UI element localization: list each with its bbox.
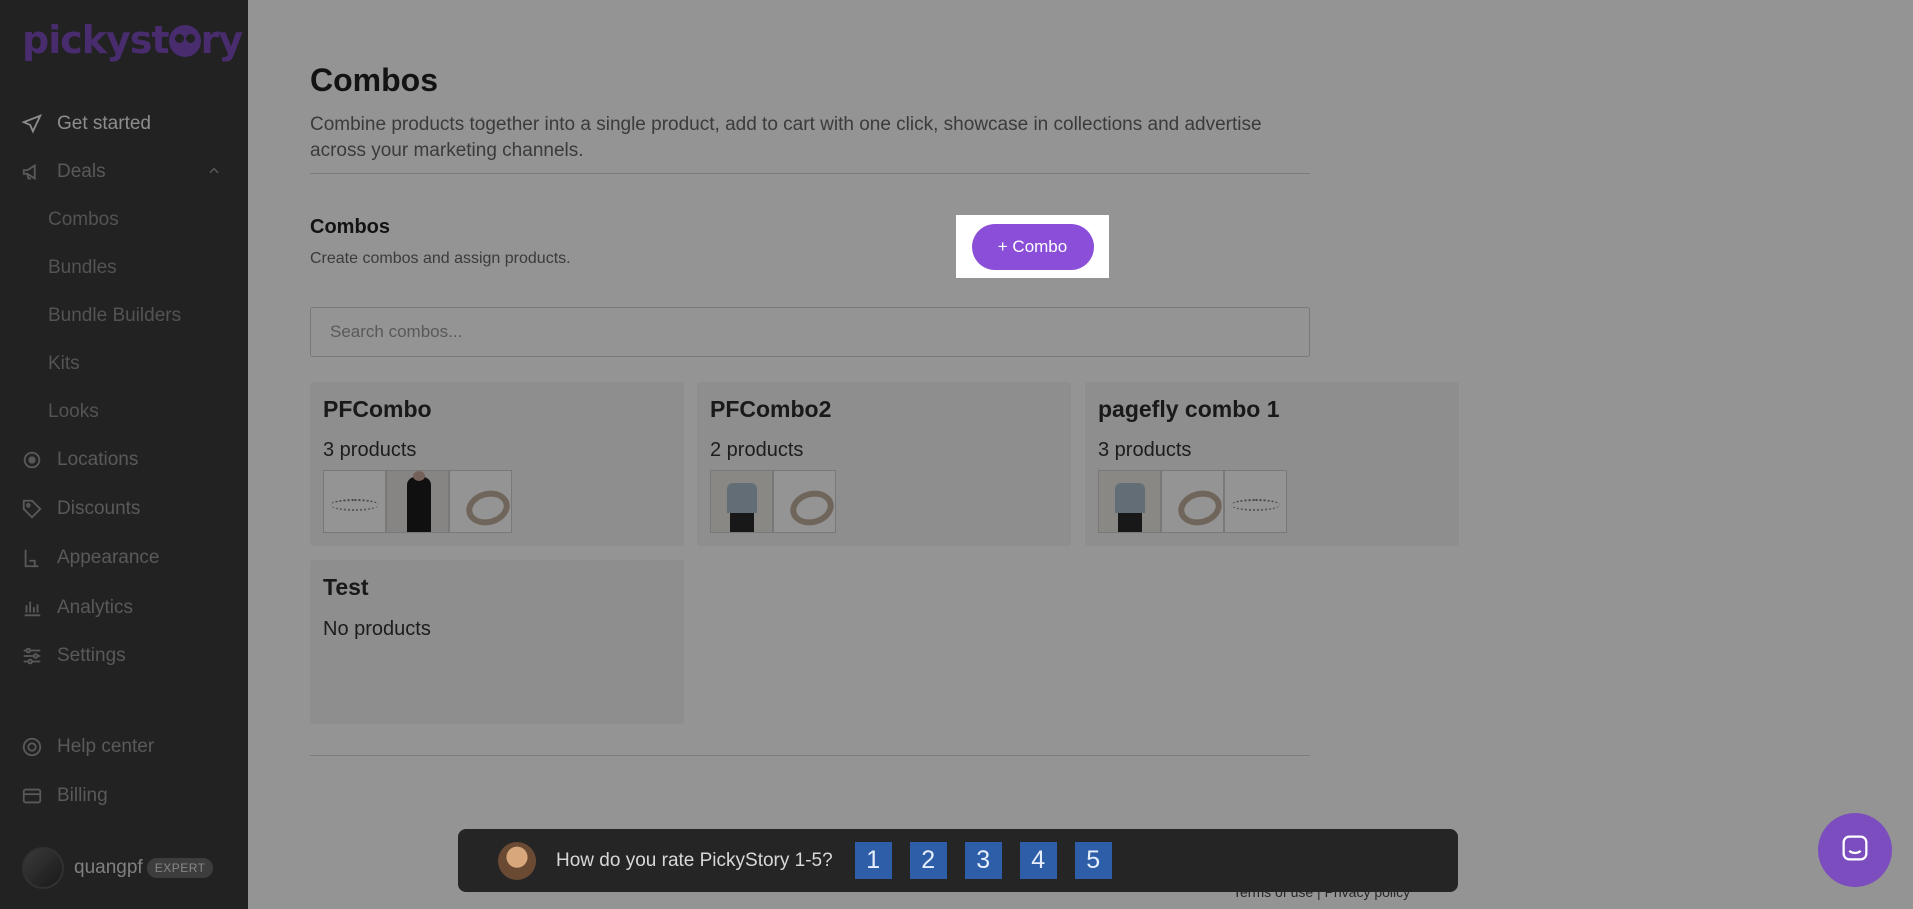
section-title: Combos bbox=[310, 216, 390, 238]
chat-icon bbox=[1838, 831, 1872, 870]
product-thumbnail-shirt bbox=[1098, 470, 1161, 533]
megaphone-icon bbox=[20, 160, 44, 184]
product-thumbnails bbox=[710, 470, 836, 533]
rating-options: 1 2 3 4 5 bbox=[854, 842, 1130, 879]
page-description: Combine products together into a single … bbox=[310, 114, 1262, 161]
add-combo-button[interactable]: + Combo bbox=[971, 223, 1094, 270]
product-thumbnail-bracelet bbox=[323, 470, 386, 533]
combo-card-pfcombo[interactable]: PFCombo 3 products bbox=[310, 382, 684, 546]
product-thumbnail-bracelet bbox=[1224, 470, 1287, 533]
combo-card-pfcombo2[interactable]: PFCombo2 2 products bbox=[697, 382, 1071, 546]
product-thumbnail-ring bbox=[1161, 470, 1224, 533]
card-product-count: 2 products bbox=[710, 439, 804, 461]
survey-avatar bbox=[498, 841, 536, 880]
credit-card-icon bbox=[20, 784, 44, 808]
location-pin-icon bbox=[20, 448, 44, 472]
sidebar-item-discounts[interactable]: Discounts bbox=[20, 497, 140, 521]
sidebar-item-settings[interactable]: Settings bbox=[20, 644, 126, 668]
rating-button-2[interactable]: 2 bbox=[909, 842, 947, 879]
divider bbox=[310, 755, 1310, 756]
product-thumbnails bbox=[1098, 470, 1287, 533]
sidebar-item-appearance[interactable]: Appearance bbox=[20, 546, 159, 570]
paint-roller-icon bbox=[20, 546, 44, 570]
sidebar-subitem-bundles[interactable]: Bundles bbox=[48, 257, 117, 279]
sidebar-item-label: Analytics bbox=[57, 597, 134, 618]
bar-chart-icon bbox=[20, 596, 44, 620]
sidebar-item-get-started[interactable]: Get started bbox=[20, 112, 151, 136]
chat-launcher-button[interactable] bbox=[1818, 813, 1892, 887]
username: quangpf bbox=[74, 857, 143, 878]
lifebuoy-icon bbox=[20, 735, 44, 759]
section-description: Create combos and assign products. bbox=[310, 250, 571, 267]
sidebar-item-label: Billing bbox=[57, 785, 108, 806]
sidebar-item-analytics[interactable]: Analytics bbox=[20, 596, 133, 620]
sidebar: pickyst ry Get started Deals Combos Bundl… bbox=[0, 0, 248, 909]
product-thumbnail-dress bbox=[386, 470, 449, 533]
sliders-icon bbox=[20, 644, 44, 668]
sidebar-subitem-looks[interactable]: Looks bbox=[48, 401, 99, 423]
card-title: PFCombo bbox=[323, 396, 432, 422]
chevron-up-icon[interactable] bbox=[207, 164, 221, 183]
card-title: Test bbox=[323, 574, 369, 600]
sidebar-item-label: Settings bbox=[57, 645, 126, 666]
product-thumbnails bbox=[323, 470, 512, 533]
user-profile[interactable]: quangpf EXPERT bbox=[22, 847, 214, 889]
card-product-count: 3 products bbox=[1098, 439, 1192, 461]
search-input[interactable] bbox=[310, 307, 1310, 357]
sidebar-subitem-kits[interactable]: Kits bbox=[48, 353, 80, 375]
sidebar-item-label: Locations bbox=[57, 449, 139, 470]
product-thumbnail-shirt bbox=[710, 470, 773, 533]
sidebar-subitem-bundle-builders[interactable]: Bundle Builders bbox=[48, 305, 181, 327]
card-product-count: 3 products bbox=[323, 439, 417, 461]
survey-question: How do you rate PickyStory 1-5? bbox=[556, 849, 833, 871]
add-combo-highlight: + Combo bbox=[956, 215, 1109, 278]
rating-survey-bar: How do you rate PickyStory 1-5? 1 2 3 4 … bbox=[458, 829, 1458, 892]
combo-card-pagefly-combo-1[interactable]: pagefly combo 1 3 products bbox=[1085, 382, 1459, 546]
owl-logo-icon bbox=[168, 25, 201, 57]
sidebar-item-billing[interactable]: Billing bbox=[20, 784, 108, 808]
rating-button-1[interactable]: 1 bbox=[854, 842, 892, 879]
rating-button-5[interactable]: 5 bbox=[1074, 842, 1112, 879]
avatar bbox=[22, 847, 64, 889]
sidebar-item-label: Appearance bbox=[57, 547, 160, 568]
card-title: pagefly combo 1 bbox=[1098, 396, 1280, 422]
expert-badge: EXPERT bbox=[146, 858, 214, 878]
sidebar-item-locations[interactable]: Locations bbox=[20, 448, 138, 472]
sidebar-subitem-combos[interactable]: Combos bbox=[48, 209, 119, 231]
divider bbox=[310, 173, 1310, 174]
sidebar-item-deals[interactable]: Deals bbox=[20, 160, 106, 184]
sidebar-item-label: Help center bbox=[57, 736, 155, 757]
main-content: Combos Combine products together into a … bbox=[248, 0, 1913, 909]
sidebar-item-label: Discounts bbox=[57, 498, 141, 519]
rating-button-3[interactable]: 3 bbox=[964, 842, 1002, 879]
product-thumbnail-ring bbox=[449, 470, 512, 533]
sidebar-item-label: Get started bbox=[57, 113, 151, 134]
sidebar-item-help-center[interactable]: Help center bbox=[20, 735, 154, 759]
page-title: Combos bbox=[310, 62, 438, 98]
combo-card-test[interactable]: Test No products bbox=[310, 560, 684, 724]
card-product-count: No products bbox=[323, 618, 431, 640]
tag-icon bbox=[20, 497, 44, 521]
pickystory-logo[interactable]: pickyst ry bbox=[22, 18, 243, 62]
send-arrow-icon bbox=[20, 112, 44, 136]
sidebar-item-label: Deals bbox=[57, 161, 106, 182]
product-thumbnail-ring bbox=[773, 470, 836, 533]
rating-button-4[interactable]: 4 bbox=[1019, 842, 1057, 879]
card-title: PFCombo2 bbox=[710, 396, 832, 422]
